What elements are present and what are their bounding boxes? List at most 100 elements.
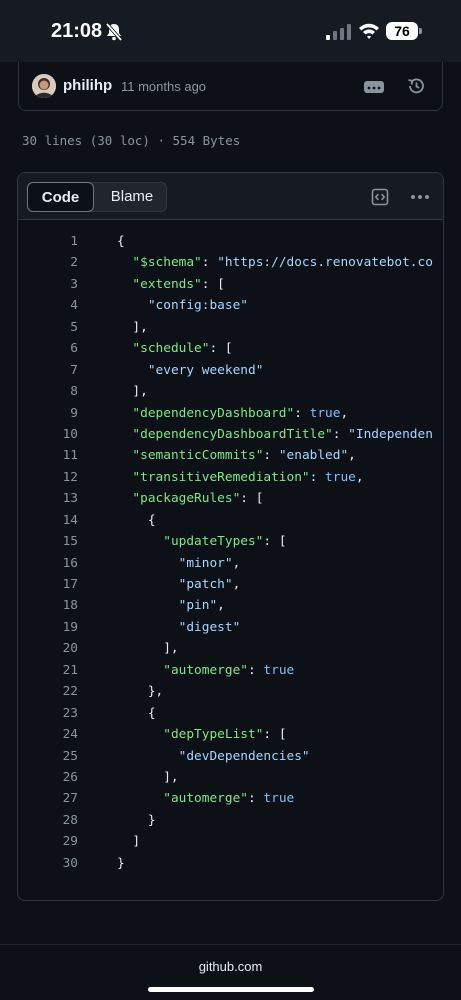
line-number[interactable]: 11 [18,445,78,466]
line-number[interactable]: 1 [18,231,78,252]
code-line: 27 "automerge": true [18,788,443,809]
bell-slash-icon [105,22,123,42]
code-token: ], [117,769,179,785]
line-number[interactable]: 24 [18,724,78,745]
code-token: "config:base" [147,298,248,314]
line-number[interactable]: 15 [18,531,78,552]
code-body: 1{2 "$schema": "https://docs.renovatebot… [18,231,443,874]
file-info: 30 lines (30 loc) · 554 Bytes [22,133,241,148]
line-number[interactable]: 10 [18,424,78,445]
line-number[interactable]: 12 [18,467,78,488]
avatar[interactable] [32,74,56,98]
code-square-icon[interactable] [371,188,389,206]
more-horizontal-icon[interactable] [410,194,430,200]
code-line: 26 ], [18,767,443,788]
line-number[interactable]: 26 [18,767,78,788]
line-number[interactable]: 19 [18,617,78,638]
line-content: ], [117,381,148,402]
latest-commit-bar: philihp 11 months ago [18,62,443,111]
code-token: ], [117,641,179,657]
code-token: : [309,469,326,485]
line-number[interactable]: 9 [18,403,78,424]
line-content: "schedule": [ [117,338,232,359]
line-content: "extends": [ [117,274,224,295]
line-number[interactable]: 17 [18,574,78,595]
line-number[interactable]: 27 [18,788,78,809]
line-number[interactable]: 29 [18,831,78,852]
code-line: 29 ] [18,831,443,852]
commit-time: 11 months ago [121,79,207,94]
code-token: "pin" [178,598,218,614]
line-number[interactable]: 7 [18,360,78,381]
code-token: , [340,405,349,421]
code-line: 9 "dependencyDashboard": true, [18,403,443,424]
code-token: ], [117,319,148,335]
code-line: 3 "extends": [ [18,274,443,295]
line-number[interactable]: 16 [18,553,78,574]
code-line: 6 "schedule": [ [18,338,443,359]
code-line: 18 "pin", [18,595,443,616]
line-number[interactable]: 8 [18,381,78,402]
line-content: "dependencyDashboardTitle": "Independen [117,424,433,445]
code-token: , [232,555,241,571]
line-number[interactable]: 20 [18,638,78,659]
line-number[interactable]: 21 [18,660,78,681]
code-token: } [117,855,125,871]
code-token: "every weekend" [147,362,264,378]
line-content: "packageRules": [ [117,488,263,509]
status-bar: 21:08 76 [0,0,461,62]
line-number[interactable]: 30 [18,853,78,874]
line-number[interactable]: 23 [18,703,78,724]
battery-icon: 76 [386,22,418,40]
line-number[interactable]: 3 [18,274,78,295]
line-content: }, [117,681,163,702]
line-number[interactable]: 22 [18,681,78,702]
line-number[interactable]: 4 [18,295,78,316]
code-line: 5 ], [18,317,443,338]
code-line: 11 "semanticCommits": "enabled", [18,445,443,466]
commit-author[interactable]: philihp [63,77,112,94]
code-token: true [263,662,295,678]
code-line: 4 "config:base" [18,295,443,316]
code-token: "digest" [178,619,241,635]
kebab-icon[interactable] [364,81,384,93]
code-token: , [217,598,225,614]
history-icon[interactable] [406,76,426,96]
code-token: ], [117,384,148,400]
address-bar-url[interactable]: github.com [0,959,461,974]
line-number[interactable]: 28 [18,810,78,831]
code-token: : [332,426,349,442]
line-number[interactable]: 18 [18,595,78,616]
code-token: "packageRules" [132,491,241,507]
line-number[interactable]: 2 [18,252,78,273]
code-token: : [247,662,264,678]
code-line: 20 ], [18,638,443,659]
line-content: ], [117,638,179,659]
line-number[interactable]: 14 [18,510,78,531]
code-blame-toggle: Code Blame [27,182,167,212]
code-line: 28 } [18,810,443,831]
line-number[interactable]: 25 [18,746,78,767]
home-indicator[interactable] [148,987,314,992]
code-token: "dependencyDashboard" [132,405,295,421]
line-number[interactable]: 13 [18,488,78,509]
tab-code[interactable]: Code [27,182,94,212]
tab-blame[interactable]: Blame [96,182,168,212]
code-token: "patch" [178,577,233,592]
code-line: 14 { [18,510,443,531]
battery-level: 76 [394,23,410,39]
code-token: : [ [263,727,287,743]
line-number[interactable]: 5 [18,317,78,338]
code-token: "Independen [348,426,433,442]
code-token: : [294,405,310,421]
line-number[interactable]: 6 [18,338,78,359]
code-token: "updateTypes" [163,534,264,550]
